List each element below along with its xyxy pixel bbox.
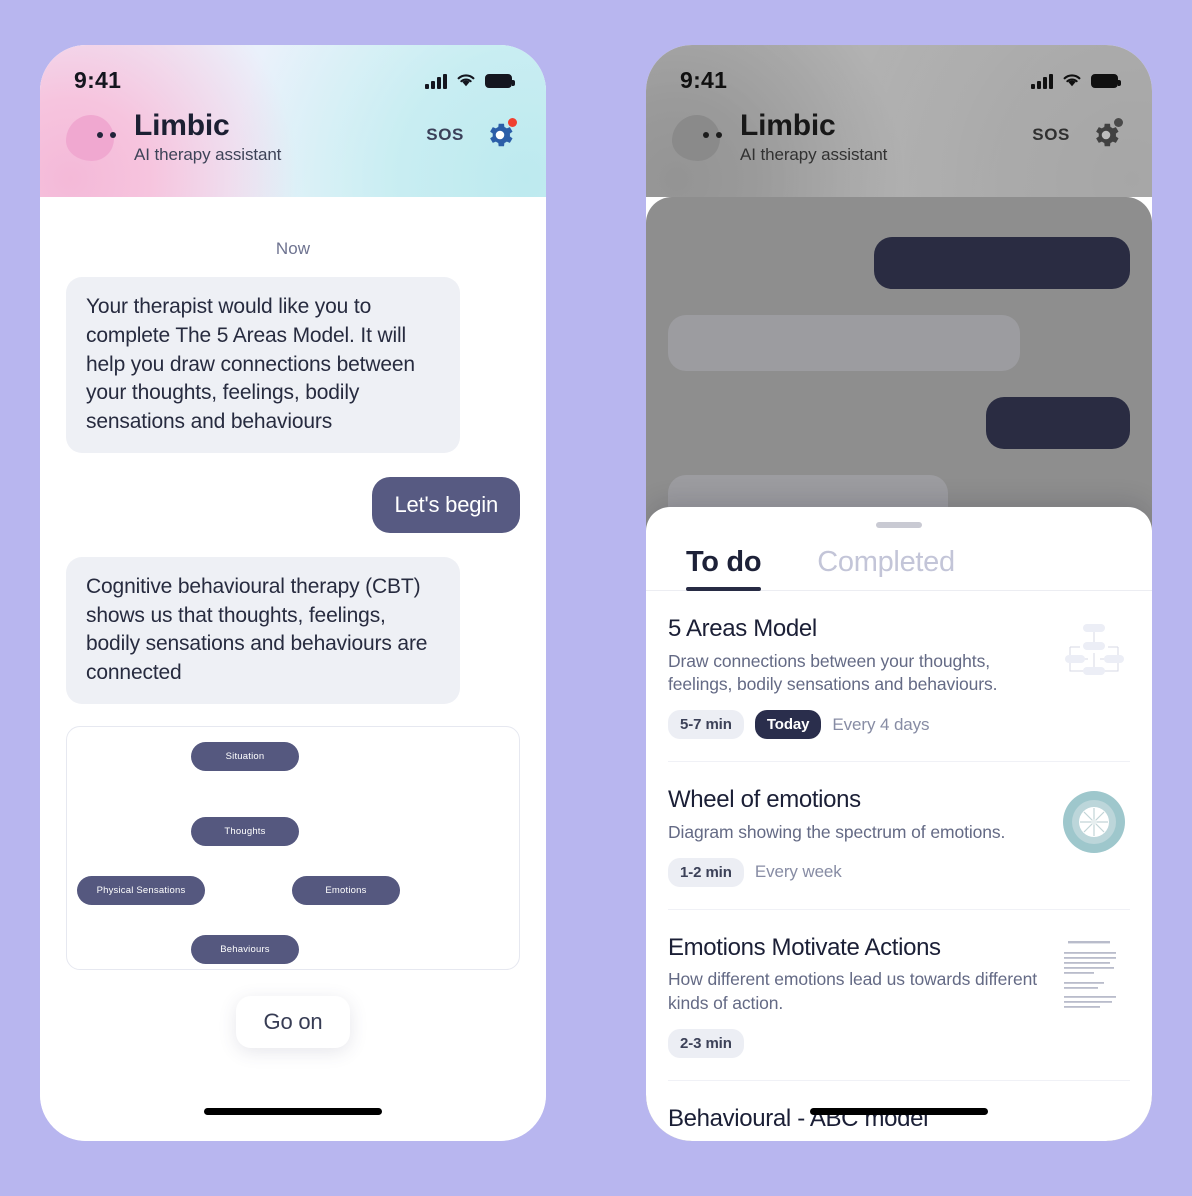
status-badge: Today [754, 710, 822, 740]
status-bar-time: 9:41 [680, 67, 728, 93]
brand-row: Limbic AI therapy assistant SOS [40, 94, 546, 165]
brand-row: Limbic AI therapy assistant SOS [646, 94, 1152, 165]
settings-button[interactable] [484, 117, 517, 151]
task-description: Exercise about habits or behaviours that… [668, 1139, 1130, 1141]
chat-bubble-bot: Your therapist would like you to complet… [66, 277, 460, 453]
home-indicator [204, 1108, 382, 1115]
list-item[interactable]: Wheel of emotions Diagram showing the sp… [668, 762, 1130, 910]
diagram-node-behaviours[interactable]: Behaviours [191, 935, 299, 965]
tab-to-do[interactable]: To do [686, 546, 762, 591]
phone-right-tasks: 9:41 Limbic AI therapy assistant SOS To … [646, 45, 1152, 1141]
frequency-label: Every week [754, 862, 842, 882]
task-description: Draw connections between your thoughts, … [668, 650, 998, 695]
sos-button[interactable]: SOS [426, 125, 464, 145]
home-indicator [810, 1108, 988, 1115]
diagram-node-situation[interactable]: Situation [191, 742, 299, 772]
settings-button[interactable] [1090, 117, 1123, 151]
go-on-button[interactable]: Go on [235, 996, 351, 1049]
task-title: 5 Areas Model [668, 615, 817, 642]
chat-placeholder-bubble [986, 397, 1130, 449]
phone-left-chat: 9:41 Limbic AI therapy assistant SOS Now… [40, 45, 546, 1141]
task-title: Wheel of emotions [668, 786, 861, 814]
diagram-node-emotions[interactable]: Emotions [292, 876, 400, 906]
cellular-bars-icon [425, 73, 447, 89]
chat-surface: Now Your therapist would like you to com… [40, 197, 546, 1141]
tasks-bottom-sheet: To do Completed 5 Areas Model Draw conne… [646, 507, 1152, 1141]
status-bar: 9:41 [40, 45, 546, 94]
page-title: Limbic [134, 109, 230, 142]
chat-row-user: Let's begin [66, 476, 520, 533]
wifi-icon [1063, 74, 1081, 87]
task-description: Diagram showing the spectrum of emotions… [668, 821, 1006, 842]
status-bar-time: 9:41 [74, 67, 122, 93]
notification-dot [1114, 117, 1123, 127]
tab-completed[interactable]: Completed [817, 546, 955, 590]
chat-timestamp: Now [275, 239, 311, 258]
task-meta: 2-3 min [668, 1028, 1044, 1058]
app-header: 9:41 Limbic AI therapy assistant SOS [646, 45, 1152, 197]
text-document-thumbnail [1058, 933, 1130, 1014]
sos-button[interactable]: SOS [1032, 125, 1070, 145]
task-list: 5 Areas Model Draw connections between y… [646, 591, 1152, 1141]
battery-full-icon [485, 73, 515, 88]
wifi-icon [457, 74, 475, 87]
go-on-row: Go on [66, 996, 520, 1049]
battery-full-icon [1091, 73, 1121, 88]
duration-badge: 1-2 min [668, 857, 744, 887]
five-areas-diagram-thumbnail [1058, 615, 1130, 687]
limbic-blob-avatar [66, 114, 116, 161]
five-areas-model-diagram[interactable]: Situation Thoughts Physical Sensations E… [66, 726, 520, 971]
frequency-label: Every 4 days [832, 714, 930, 734]
limbic-blob-avatar [672, 114, 722, 161]
diagram-node-physical-sensations[interactable]: Physical Sensations [77, 876, 205, 906]
page-title: Limbic [740, 109, 836, 142]
app-header: 9:41 Limbic AI therapy assistant SOS [40, 45, 546, 197]
emotion-wheel-thumbnail [1058, 786, 1130, 858]
list-item[interactable]: Emotions Motivate Actions How different … [668, 910, 1130, 1081]
duration-badge: 2-3 min [668, 1028, 744, 1058]
status-bar-icons [1031, 73, 1121, 89]
cellular-bars-icon [1031, 73, 1053, 89]
task-title: Emotions Motivate Actions [668, 933, 941, 961]
chat-bubble-bot: Cognitive behavioural therapy (CBT) show… [66, 556, 460, 705]
chat-thread: Now Your therapist would like you to com… [40, 197, 546, 1049]
status-bar: 9:41 [646, 45, 1152, 94]
sheet-tabs: To do Completed [646, 528, 1152, 591]
page-subtitle: AI therapy assistant [134, 145, 282, 165]
chat-placeholder-bubble [668, 315, 1020, 371]
screenshot-stage: 9:41 Limbic AI therapy assistant SOS Now… [0, 0, 1192, 1196]
status-bar-icons [425, 73, 515, 89]
diagram-node-thoughts[interactable]: Thoughts [191, 817, 299, 847]
list-item[interactable]: 5 Areas Model Draw connections between y… [668, 591, 1130, 763]
task-meta: 5-7 min Today Every 4 days [668, 710, 1044, 740]
lets-begin-button[interactable]: Let's begin [372, 476, 520, 533]
task-description: How different emotions lead us towards d… [668, 969, 1038, 1013]
chat-placeholder-bubble [874, 237, 1130, 289]
page-subtitle: AI therapy assistant [740, 145, 888, 165]
task-meta: 1-2 min Every week [668, 857, 1044, 887]
duration-badge: 5-7 min [668, 710, 744, 740]
notification-dot [508, 117, 517, 127]
